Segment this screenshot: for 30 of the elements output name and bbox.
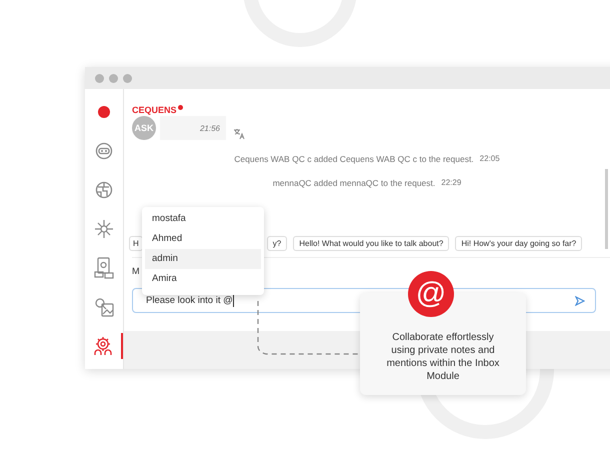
image-search-icon xyxy=(94,297,114,317)
window-dot[interactable] xyxy=(109,74,118,82)
avatar: ASK xyxy=(132,116,156,140)
event-text: mennaQC added mennaQC to the request. xyxy=(272,178,436,188)
callout-text: Collaborate effortlessly using private notes and mentions within the Inbox Module xyxy=(386,331,500,383)
record-icon xyxy=(97,105,111,119)
suggestion-chip[interactable]: H xyxy=(129,236,143,251)
event-time: 22:05 xyxy=(480,154,500,164)
robot-icon xyxy=(95,142,113,160)
send-icon[interactable] xyxy=(575,296,585,306)
field-label: M xyxy=(132,266,140,276)
suggestion-chip[interactable]: Hi! How's your day going so far? xyxy=(455,236,582,251)
mention-item[interactable]: mostafa xyxy=(145,209,261,229)
team-settings-icon xyxy=(93,336,113,356)
window-dot[interactable] xyxy=(123,74,132,82)
scrollbar[interactable] xyxy=(605,169,608,249)
mention-item[interactable]: Amira xyxy=(145,269,261,289)
globe-icon xyxy=(95,181,113,199)
mention-item[interactable]: admin xyxy=(145,249,261,269)
brand-logo: CEQUENS xyxy=(132,105,183,115)
mention-item[interactable]: Ahmed xyxy=(145,229,261,249)
suggestion-chip[interactable]: y? xyxy=(266,236,288,251)
window-dot[interactable] xyxy=(95,74,104,82)
translate-icon[interactable] xyxy=(233,128,245,140)
event-text: Cequens WAB QC c added Cequens WAB QC c to the request. xyxy=(234,154,474,164)
document-icon xyxy=(94,257,114,279)
suggestion-chip[interactable]: Hello! What would you like to talk about? xyxy=(293,236,450,251)
message-time: 21:56 xyxy=(200,124,220,132)
event-time: 22:29 xyxy=(441,178,462,188)
network-icon xyxy=(94,219,114,239)
